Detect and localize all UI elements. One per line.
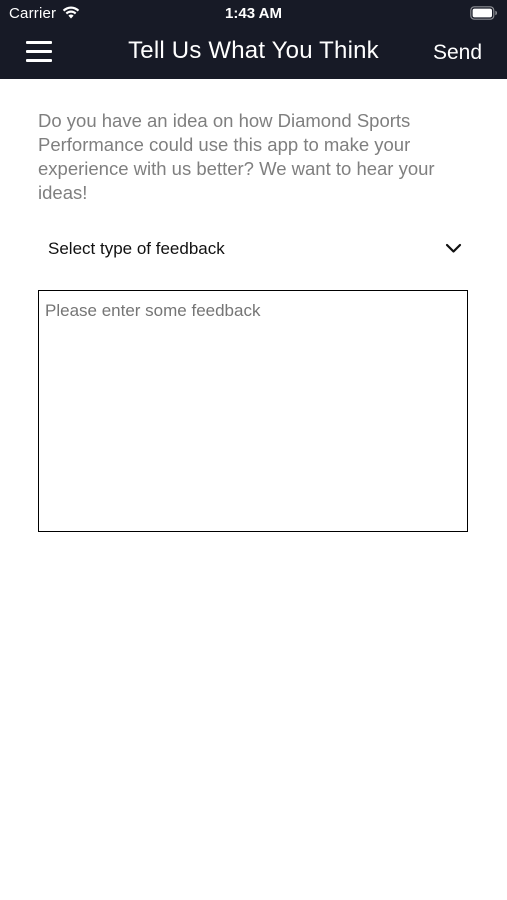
chevron-down-icon xyxy=(445,243,462,253)
status-bar: Carrier 1:43 AM xyxy=(0,0,507,28)
top-bar: Carrier 1:43 AM Tell Us What You Think S… xyxy=(0,0,507,79)
feedback-type-selected: Select type of feedback xyxy=(48,239,225,258)
intro-text: Do you have an idea on how Diamond Sport… xyxy=(38,110,435,203)
navigation-bar: Tell Us What You Think Send xyxy=(0,28,507,79)
feedback-type-dropdown[interactable]: Select type of feedback xyxy=(38,228,470,270)
battery-icon xyxy=(470,6,497,20)
feedback-screen: Carrier 1:43 AM Tell Us What You Think S… xyxy=(0,0,507,900)
status-time: 1:43 AM xyxy=(225,5,282,22)
send-button[interactable]: Send xyxy=(433,41,482,65)
page-title: Tell Us What You Think xyxy=(128,37,379,64)
feedback-textarea[interactable] xyxy=(38,290,468,532)
